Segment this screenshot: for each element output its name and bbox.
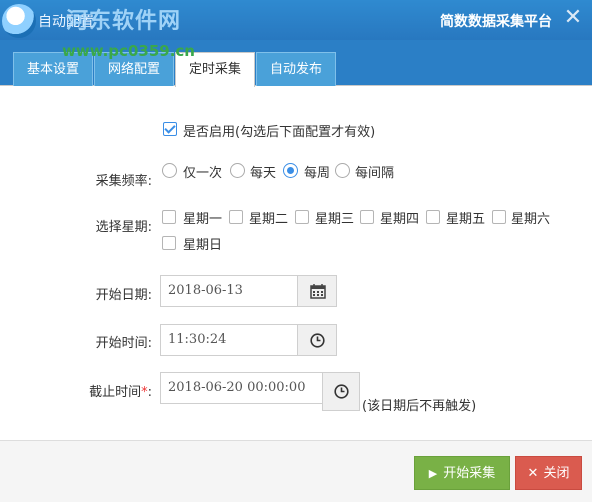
weekday-sat-checkbox[interactable] — [492, 210, 506, 224]
end-time-hint: (该日期后不再触发) — [362, 399, 477, 414]
weekday-fri-label: 星期五 — [446, 212, 486, 227]
calendar-button[interactable] — [297, 275, 337, 307]
weekday-mon-checkbox[interactable] — [162, 210, 176, 224]
play-icon: ▶ — [428, 467, 438, 480]
weekday-wed-checkbox[interactable] — [295, 210, 309, 224]
weekday-label: 选择星期: — [95, 220, 152, 235]
close-button[interactable]: ✕ 关闭 — [515, 456, 582, 490]
start-date-label: 开始日期: — [95, 288, 152, 303]
weekday-fri-checkbox[interactable] — [426, 210, 440, 224]
frequency-daily-radio[interactable] — [230, 163, 245, 178]
frequency-once-label: 仅一次 — [183, 166, 223, 181]
enable-checkbox[interactable] — [163, 122, 177, 136]
watermark-url: www.pc0359.cn — [62, 42, 195, 60]
watermark-text: 河东软件网 — [66, 9, 182, 34]
app-name: 简数数据采集平台 — [440, 14, 552, 30]
frequency-label: 采集频率: — [95, 174, 152, 189]
end-time-clock-button[interactable] — [322, 372, 360, 411]
frequency-daily-label: 每天 — [250, 166, 277, 181]
start-time-clock-button[interactable] — [297, 324, 337, 356]
tab-auto-publish[interactable]: 自动发布 — [256, 52, 336, 86]
frequency-once-radio[interactable] — [162, 163, 177, 178]
clock-icon — [334, 384, 349, 399]
start-collect-button[interactable]: ▶ 开始采集 — [414, 456, 510, 490]
weekday-tue-label: 星期二 — [249, 212, 289, 227]
frequency-interval-label: 每间隔 — [355, 166, 395, 181]
clock-icon — [310, 333, 325, 348]
end-time-input[interactable]: 2018-06-20 00:00:00 — [160, 372, 323, 404]
start-date-input[interactable]: 2018-06-13 — [160, 275, 298, 307]
title-bar: 自动配置 河东软件网 简数数据采集平台 ✕ — [0, 0, 592, 40]
enable-label: 是否启用(勾选后下面配置才有效) — [183, 125, 376, 140]
close-icon: ✕ — [527, 466, 539, 481]
frequency-weekly-radio[interactable] — [283, 163, 298, 178]
frequency-interval-radio[interactable] — [335, 163, 350, 178]
calendar-icon — [310, 284, 326, 299]
weekday-sat-label: 星期六 — [511, 212, 551, 227]
close-label: 关闭 — [543, 466, 570, 481]
close-window-icon[interactable]: ✕ — [560, 5, 586, 31]
weekday-thu-checkbox[interactable] — [360, 210, 374, 224]
weekday-mon-label: 星期一 — [183, 212, 223, 227]
weekday-tue-checkbox[interactable] — [229, 210, 243, 224]
frequency-weekly-label: 每周 — [304, 166, 331, 181]
end-time-colon: : — [147, 385, 152, 400]
weekday-wed-label: 星期三 — [315, 212, 355, 227]
app-logo-icon — [2, 4, 36, 38]
end-time-label-text: 截止时间 — [89, 385, 142, 400]
weekday-thu-label: 星期四 — [380, 212, 420, 227]
weekday-sun-label: 星期日 — [183, 238, 223, 253]
start-time-input[interactable]: 11:30:24 — [160, 324, 298, 356]
start-time-label: 开始时间: — [95, 336, 152, 351]
start-collect-label: 开始采集 — [443, 466, 496, 481]
end-time-label: 截止时间*: — [60, 381, 152, 400]
weekday-sun-checkbox[interactable] — [162, 236, 176, 250]
